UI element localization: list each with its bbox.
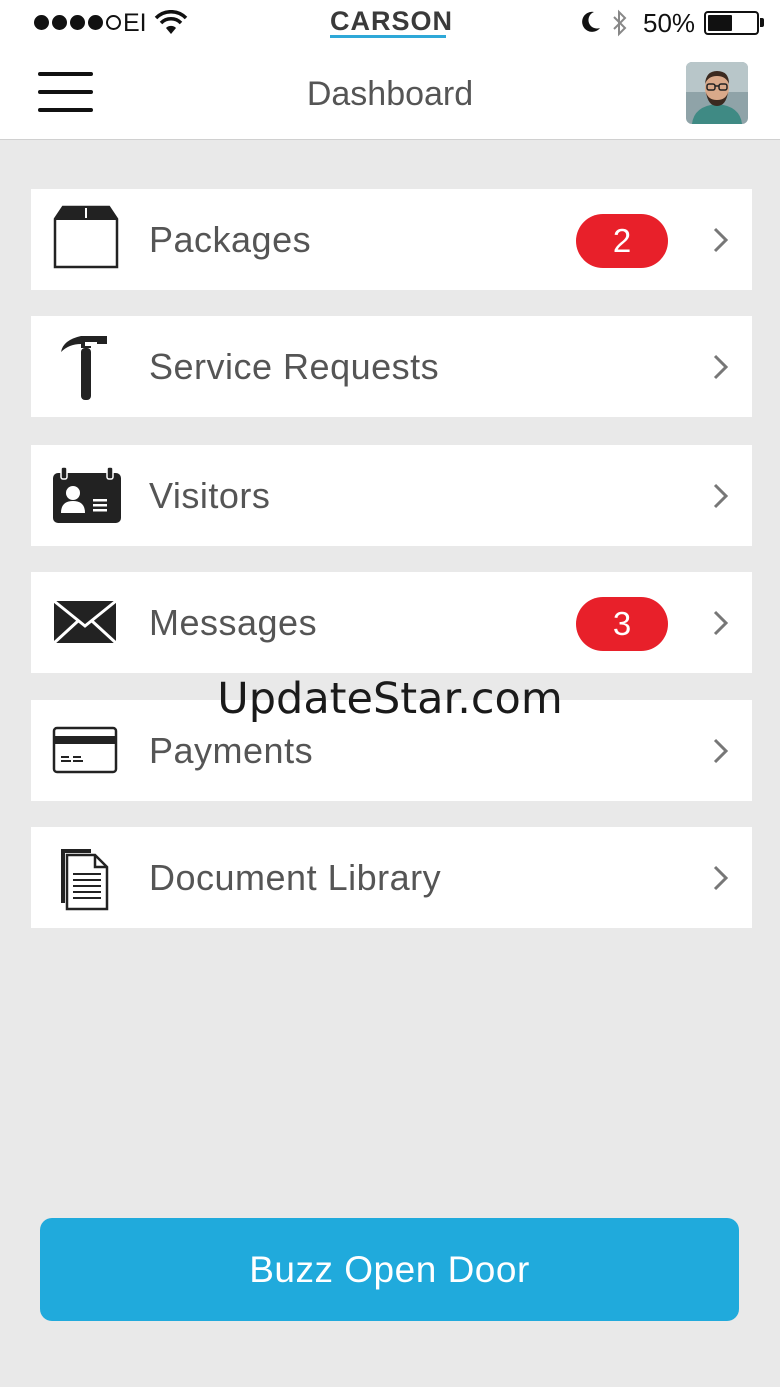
watermark-text: UpdateStar.com bbox=[217, 674, 563, 724]
carrier-name: EI bbox=[123, 9, 147, 37]
chevron-right-icon bbox=[713, 738, 729, 764]
hammer-icon bbox=[61, 336, 107, 400]
packages-count-badge: 2 bbox=[576, 214, 668, 268]
credit-card-icon bbox=[52, 726, 118, 774]
envelope-icon bbox=[52, 599, 118, 645]
document-icon bbox=[61, 849, 109, 911]
signal-strength-icon bbox=[34, 15, 124, 30]
battery-icon bbox=[704, 11, 759, 35]
logo-underline bbox=[330, 35, 446, 38]
page-title: Dashboard bbox=[306, 75, 474, 113]
buzz-open-door-button[interactable]: Buzz Open Door bbox=[40, 1218, 739, 1321]
menu-item-label: Document Library bbox=[149, 857, 442, 898]
status-bar: EI CARSON 50% bbox=[0, 0, 780, 48]
id-badge-icon bbox=[53, 466, 121, 523]
battery-tip bbox=[760, 18, 764, 27]
menu-item-label: Service Requests bbox=[149, 346, 440, 387]
chevron-right-icon bbox=[713, 610, 729, 636]
menu-item-label: Payments bbox=[149, 730, 314, 771]
menu-item-document-library[interactable]: Document Library bbox=[31, 827, 752, 928]
avatar-image bbox=[686, 62, 748, 124]
chevron-right-icon bbox=[713, 483, 729, 509]
package-box-icon bbox=[53, 205, 119, 269]
menu-item-label: Visitors bbox=[149, 475, 271, 516]
bluetooth-icon bbox=[613, 9, 627, 37]
moon-icon bbox=[582, 11, 600, 32]
chevron-right-icon bbox=[713, 227, 729, 253]
messages-count-badge: 3 bbox=[576, 597, 668, 651]
battery-percentage: 50% bbox=[643, 8, 696, 38]
menu-item-service-requests[interactable]: Service Requests bbox=[31, 316, 752, 417]
menu-item-packages[interactable]: Packages 2 bbox=[31, 189, 752, 290]
carson-logo: CARSON bbox=[330, 6, 454, 36]
menu-item-label: Messages bbox=[149, 602, 318, 643]
menu-item-visitors[interactable]: Visitors bbox=[31, 445, 752, 546]
chevron-right-icon bbox=[713, 865, 729, 891]
chevron-right-icon bbox=[713, 354, 729, 380]
menu-item-messages[interactable]: Messages 3 bbox=[31, 572, 752, 673]
wifi-icon bbox=[154, 10, 188, 34]
user-avatar[interactable] bbox=[686, 62, 748, 124]
app-header: Dashboard bbox=[0, 48, 780, 140]
menu-item-label: Packages bbox=[149, 219, 312, 260]
